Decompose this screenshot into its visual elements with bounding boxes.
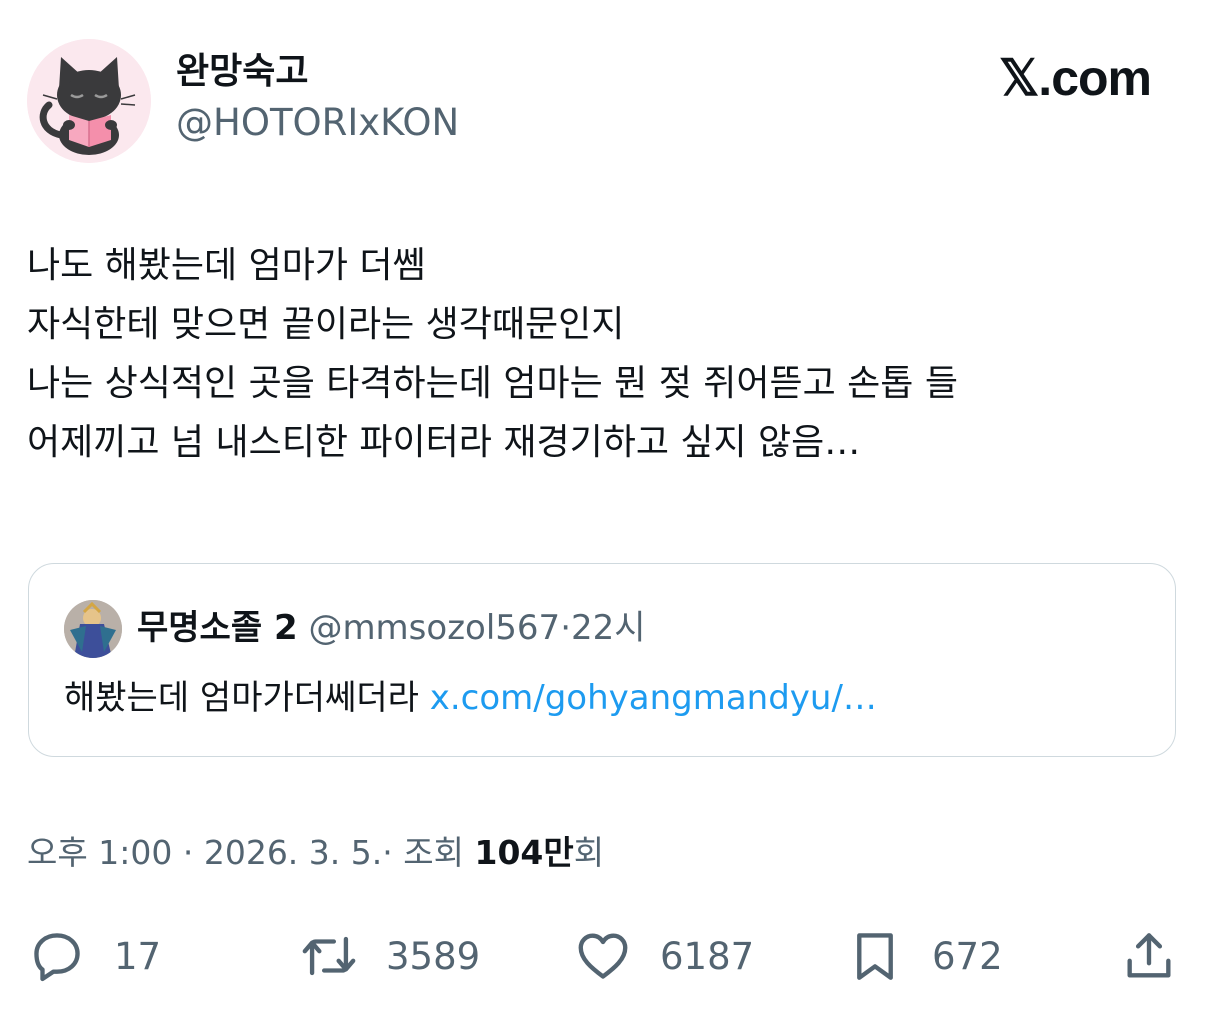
tweet-line: 나는 상식적인 곳을 타격하는데 엄마는 뭔 젖 쥐어뜯고 손톱 들 <box>27 363 958 404</box>
tweet-line: 나도 해봤는데 엄마가 더쎔 <box>27 245 426 286</box>
bookmark-button[interactable]: 672 <box>846 924 1003 988</box>
tweet-time[interactable]: 오후 1:00 <box>27 833 172 872</box>
heart-icon <box>578 933 628 979</box>
quote-timestamp[interactable]: 22시 <box>571 608 646 648</box>
x-logo: 𝕏.com <box>999 50 1152 106</box>
quoted-tweet-card[interactable]: 무명소졸 2 @mmsozol567·22시 해봤는데 엄마가더쎄더라 x.co… <box>28 563 1176 757</box>
meta-separator: · <box>382 833 393 872</box>
retweet-button[interactable]: 3589 <box>300 924 480 988</box>
bookmark-icon <box>857 933 893 980</box>
quote-author-handle[interactable]: @mmsozol567 <box>308 608 560 648</box>
like-button[interactable]: 6187 <box>574 924 754 988</box>
quote-separator: · <box>560 608 571 648</box>
views-label: 조회 <box>403 833 464 872</box>
quote-author-avatar[interactable] <box>64 600 122 658</box>
share-icon <box>1127 933 1171 978</box>
tweet-date[interactable]: 2026. 3. 5. <box>204 833 382 872</box>
retweet-count: 3589 <box>386 934 481 978</box>
tweet-line: 자식한테 맞으면 끝이라는 생각때문인지 <box>27 304 625 345</box>
author-handle[interactable]: @HOTORIxKON <box>176 100 459 146</box>
quote-link[interactable]: x.com/gohyangmandyu/… <box>430 678 877 718</box>
anime-character-icon <box>64 600 122 658</box>
retweet-icon <box>302 936 356 976</box>
meta-separator: · <box>182 833 194 872</box>
tweet-line: 어제끼고 넘 내스티한 파이터라 재경기하고 싶지 않음… <box>27 422 861 463</box>
reply-count: 17 <box>114 934 162 978</box>
reply-icon <box>34 933 80 982</box>
author-avatar[interactable] <box>27 39 151 163</box>
quote-text: 해봤는데 엄마가더쎄더라 <box>64 678 419 718</box>
views-count: 104만 <box>474 833 574 872</box>
like-count: 6187 <box>660 934 755 978</box>
quote-header: 무명소졸 2 @mmsozol567·22시 <box>137 604 646 652</box>
views-suffix: 회 <box>573 833 605 872</box>
share-button[interactable] <box>1120 924 1178 988</box>
author-display-name[interactable]: 완망숙고 <box>176 50 308 94</box>
reply-button[interactable]: 17 <box>28 924 161 988</box>
quote-body: 해봤는데 엄마가더쎄더라 x.com/gohyangmandyu/… <box>64 674 877 722</box>
bookmark-count: 672 <box>932 934 1003 978</box>
tweet-meta: 오후 1:00 · 2026. 3. 5.· 조회 104만회 <box>27 830 604 876</box>
black-cat-reading-book-icon <box>27 39 151 163</box>
quote-author-name[interactable]: 무명소졸 2 <box>137 608 298 648</box>
tweet-text: 나도 해봤는데 엄마가 더쎔 자식한테 맞으면 끝이라는 생각때문인지 나는 상… <box>27 236 1177 472</box>
